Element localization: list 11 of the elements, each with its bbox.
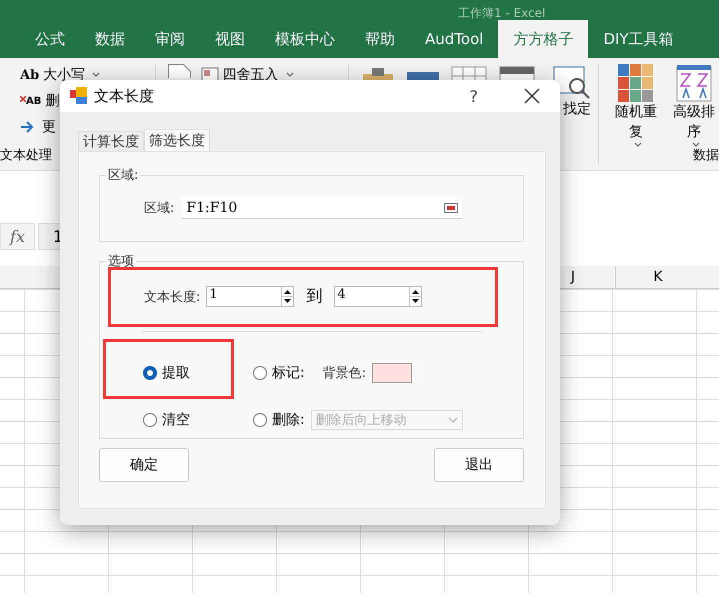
group-label: 数据 — [693, 147, 719, 164]
field-label: 到 — [306, 286, 322, 307]
dialog-title: 文本长度 — [94, 86, 155, 106]
field-label: 背景色: — [322, 365, 366, 382]
field-label: 区域: — [144, 200, 174, 217]
field-label: 文本长度: — [144, 288, 200, 306]
group-title: 区域: — [107, 167, 140, 184]
group-title: 选项 — [107, 253, 135, 270]
window-title: 工作簿1 - Excel — [458, 6, 546, 20]
ribbon-label: 找定 — [562, 100, 591, 118]
group-label: 文本处理 — [0, 147, 52, 164]
